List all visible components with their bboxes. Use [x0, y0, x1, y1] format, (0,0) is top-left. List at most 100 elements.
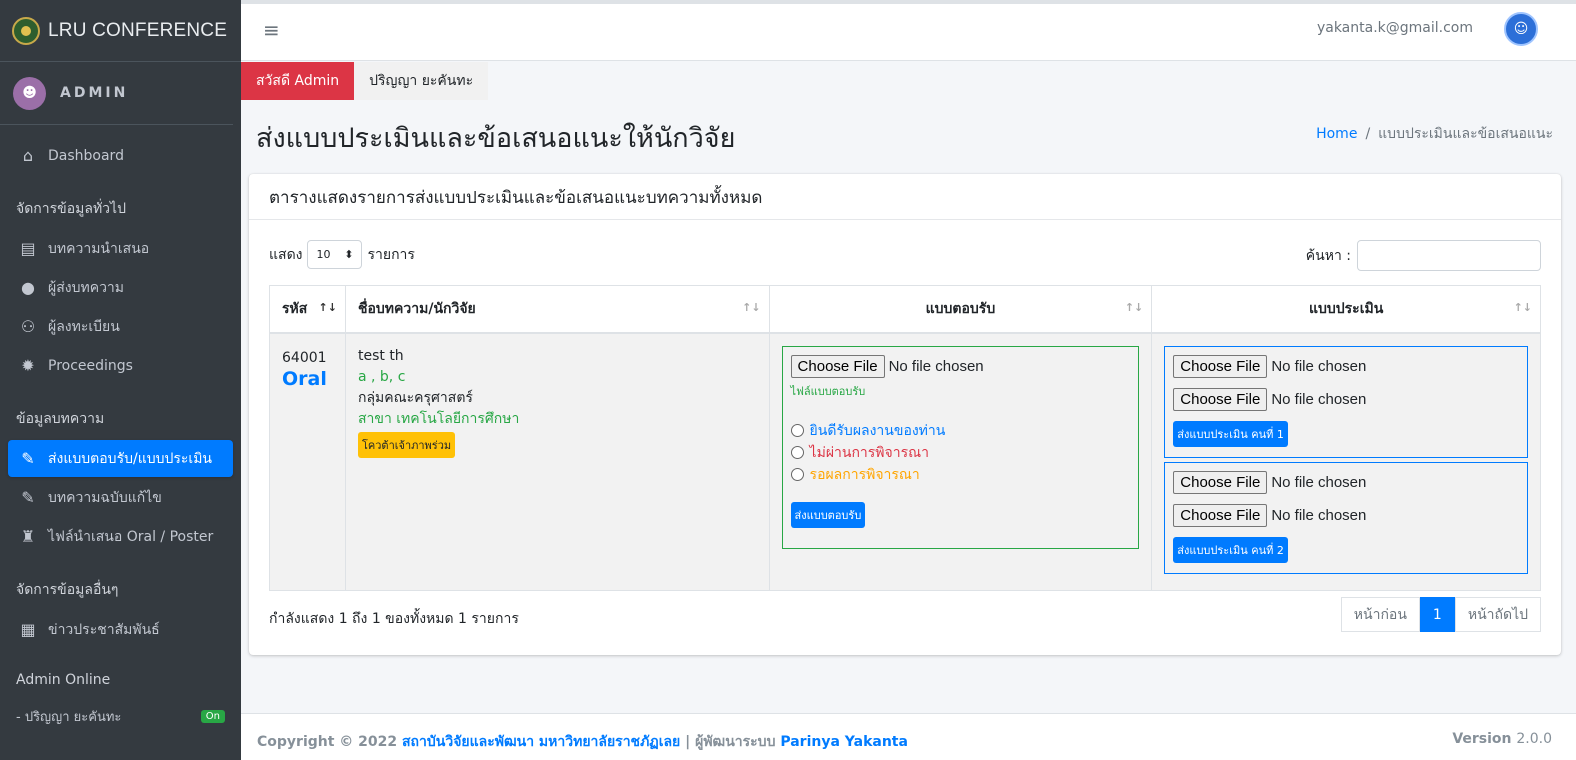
card-title: ตารางแสดงรายการส่งแบบประเมินและข้อเสนอแน…: [249, 174, 1561, 220]
home-icon: ⌂: [22, 146, 34, 165]
online-user-row: - ปริญญา ยะคันทะ On: [0, 696, 241, 727]
sort-asc-icon: ↑↓: [318, 301, 337, 314]
show-label: แสดง: [269, 246, 303, 263]
pagination-next[interactable]: หน้าถัดไป: [1454, 597, 1541, 632]
evaluation-table: รหัส ↑↓ ชื่อบทความ/นักวิจัย ↑↓ แบบตอบรับ ↑↓…: [269, 285, 1541, 591]
search-label: ค้นหา :: [1305, 247, 1351, 264]
article-faculty: กลุ่มคณะครุศาสตร์: [357, 389, 473, 406]
choose-file-button[interactable]: Choose File: [1173, 470, 1268, 494]
column-header-evaluation[interactable]: แบบประเมิน ↑↓: [1151, 285, 1541, 334]
breadcrumb-home-link[interactable]: Home: [1316, 126, 1357, 142]
column-header-code[interactable]: รหัส ↑↓: [269, 285, 346, 334]
radio-accept[interactable]: ยินดีรับผลงานของท่าน: [790, 422, 1131, 440]
cell-title: test th a , b, c กลุ่มคณะครุศาสตร์ สาขา …: [344, 332, 770, 591]
file-input-evaluation-1b[interactable]: Choose File No file chosen: [1173, 387, 1519, 411]
version: Version 2.0.0: [1452, 731, 1552, 747]
column-header-acceptance[interactable]: แบบตอบรับ ↑↓: [768, 285, 1153, 334]
sidebar-item-proceedings[interactable]: ✹ Proceedings: [8, 347, 233, 384]
acceptance-form: Choose File No file chosen ไฟล์แบบตอบรับ…: [781, 345, 1140, 549]
book-icon: ▤: [20, 239, 36, 258]
university-logo-icon: [12, 16, 40, 45]
nav-section-header: Admin Online: [16, 672, 111, 688]
radio-label: ยินดีรับผลงานของท่าน: [809, 422, 946, 439]
sidebar-item-label: ผู้ลงทะเบียน: [48, 318, 120, 335]
status-badge: On: [200, 710, 225, 723]
pagination-page[interactable]: 1: [1419, 597, 1455, 632]
sidebar-item-presentation-files[interactable]: ♜ ไฟล์นำเสนอ Oral / Poster: [8, 518, 233, 555]
breadcrumb-separator: /: [1365, 126, 1371, 142]
copyright: Copyright © 2022: [257, 734, 398, 750]
radio-reject[interactable]: ไม่ผ่านการพิจารณา: [790, 444, 1131, 462]
file-status: No file chosen: [1271, 357, 1367, 375]
sort-icon: ↑↓: [742, 301, 761, 314]
pagination-prev[interactable]: หน้าก่อน: [1340, 597, 1420, 632]
file-input-acceptance[interactable]: Choose File No file chosen: [790, 354, 1131, 378]
sidebar-item-registrants[interactable]: ⚇ ผู้ลงทะเบียน: [8, 308, 233, 345]
radio-circle-icon[interactable]: [790, 424, 804, 437]
page-title: ส่งแบบประเมินและข้อเสนอแนะให้นักวิจัย: [256, 123, 736, 154]
send-evaluation-1-button[interactable]: ส่งแบบประเมิน คนที่ 1: [1173, 420, 1288, 447]
footer: Copyright © 2022 สถาบันวิจัยและพัฒนา มหา…: [241, 713, 1576, 760]
gear-icon: ✹: [21, 356, 35, 375]
choose-file-button[interactable]: Choose File: [1173, 503, 1268, 527]
user-email[interactable]: yakanta.k@gmail.com: [1317, 20, 1473, 36]
send-evaluation-2-button[interactable]: ส่งแบบประเมิน คนที่ 2: [1173, 536, 1288, 563]
developer-link[interactable]: Parinya Yakanta: [780, 734, 908, 750]
sort-icon: ↑↓: [1513, 301, 1532, 314]
file-input-evaluation-1a[interactable]: Choose File No file chosen: [1173, 354, 1519, 378]
sidebar-item-revised-articles[interactable]: ✎ บทความฉบับแก้ไข: [8, 479, 233, 516]
choose-file-button[interactable]: Choose File: [1173, 387, 1268, 411]
edit-icon: ✎: [21, 449, 35, 468]
user-avatar: ☻: [13, 76, 46, 110]
radio-circle-icon[interactable]: [790, 446, 804, 459]
file-input-evaluation-2b[interactable]: Choose File No file chosen: [1173, 503, 1519, 527]
sidebar-item-submitters[interactable]: ● ผู้ส่งบทความ: [8, 269, 233, 306]
article-title: test th: [357, 347, 404, 364]
radio-waiting[interactable]: รอผลการพิจารณา: [790, 466, 1131, 484]
radio-circle-icon[interactable]: [790, 468, 804, 481]
nav-section-header: จัดการข้อมูลอื่นๆ: [16, 582, 119, 598]
file-input-evaluation-2a[interactable]: Choose File No file chosen: [1173, 470, 1519, 494]
page-length-select[interactable]: 10 ⬍: [306, 240, 362, 269]
choose-file-button[interactable]: Choose File: [1173, 354, 1268, 378]
send-acceptance-button[interactable]: ส่งแบบตอบรับ: [790, 501, 866, 528]
show-suffix: รายการ: [367, 246, 415, 263]
sidebar-item-dashboard[interactable]: ⌂ Dashboard: [8, 137, 233, 174]
sidebar: LRU CONFERENCE ☻ ADMIN ⌂ Dashboard จัดกา…: [0, 0, 241, 760]
nav-section-header: ข้อมูลบทความ: [16, 411, 105, 427]
cell-evaluation: Choose File No file chosen Choose File N…: [1151, 332, 1541, 591]
avatar[interactable]: ☺: [1504, 12, 1538, 46]
radio-label: ไม่ผ่านการพิจารณา: [809, 444, 929, 461]
column-header-title[interactable]: ชื่อบทความ/นักวิจัย ↑↓: [344, 285, 770, 334]
length-control: แสดง 10 ⬍ รายการ: [269, 240, 415, 269]
evaluator-2-form: Choose File No file chosen Choose File N…: [1164, 461, 1528, 574]
page-length-value: 10: [316, 248, 331, 261]
article-authors: a , b, c: [357, 368, 406, 385]
select-arrows-icon: ⬍: [344, 248, 354, 261]
sidebar-item-send-evaluation[interactable]: ✎ ส่งแบบตอบรับ/แบบประเมิน: [8, 440, 233, 477]
user-panel[interactable]: ☻ ADMIN: [0, 62, 233, 125]
greeting-bar: สวัสดี Admin ปริญญา ยะคันทะ: [241, 62, 489, 100]
sidebar-item-articles[interactable]: ▤ บทความนำเสนอ: [8, 230, 233, 267]
cell-code: 64001 Oral: [269, 332, 346, 591]
newspaper-icon: ▦: [20, 620, 36, 639]
menu-toggle-icon[interactable]: ≡: [263, 18, 280, 42]
evaluator-1-form: Choose File No file chosen Choose File N…: [1164, 345, 1528, 458]
sidebar-item-news[interactable]: ▦ ข่าวประชาสัมพันธ์: [8, 611, 233, 648]
edit-icon: ✎: [21, 488, 35, 507]
sort-icon: ↑↓: [1124, 301, 1144, 314]
search-input[interactable]: [1357, 240, 1541, 271]
brand-link[interactable]: LRU CONFERENCE: [0, 0, 241, 62]
institute-link[interactable]: สถาบันวิจัยและพัฒนา มหาวิทยาลัยราชภัฏเลย: [402, 734, 680, 750]
sidebar-item-label: บทความนำเสนอ: [48, 240, 150, 257]
search-control: ค้นหา :: [1306, 240, 1541, 271]
quota-badge: โควต้าเจ้าภาพร่วม: [357, 431, 456, 458]
file-status: No file chosen: [1271, 473, 1367, 491]
user-icon: ●: [21, 278, 35, 297]
breadcrumb: Home / แบบประเมินและข้อเสนอแนะ: [1316, 123, 1553, 145]
version-label: Version: [1452, 731, 1512, 747]
article-code: 64001: [282, 349, 327, 366]
choose-file-button[interactable]: Choose File: [790, 354, 885, 378]
table-info: กำลังแสดง 1 ถึง 1 ของทั้งหมด 1 รายการ: [269, 611, 519, 627]
pagination: หน้าก่อน 1 หน้าถัดไป: [1340, 597, 1541, 632]
